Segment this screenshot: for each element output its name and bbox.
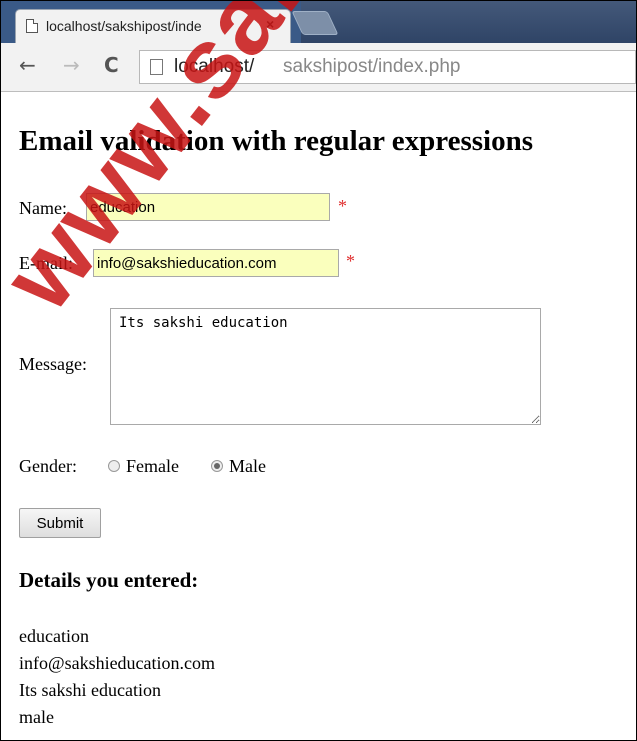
email-label: E-mail: <box>19 253 73 273</box>
close-icon[interactable]: × <box>266 16 274 32</box>
details-line: male <box>19 707 54 727</box>
details-line: education <box>19 626 89 646</box>
back-icon[interactable]: ← <box>19 53 36 77</box>
message-label: Message: <box>19 354 87 374</box>
browser-tab[interactable]: localhost/sakshipost/inde × <box>15 9 291 43</box>
message-textarea[interactable]: Its sakshi education <box>110 308 541 425</box>
female-option-label: Female <box>126 456 179 476</box>
browser-window: localhost/sakshipost/inde × ← → C localh… <box>0 0 637 741</box>
female-radio[interactable] <box>108 460 120 472</box>
details-heading: Details you entered: <box>19 568 199 592</box>
details-line: info@sakshieducation.com <box>19 653 216 673</box>
required-marker: * <box>346 251 355 271</box>
tab-strip-background <box>301 1 636 43</box>
forward-icon[interactable]: → <box>63 53 80 77</box>
page-title: Email validation with regular expression… <box>19 125 533 157</box>
male-radio[interactable] <box>211 460 223 472</box>
details-line: Its sakshi education <box>19 680 161 700</box>
url-host: localhost/ <box>174 56 255 77</box>
name-label: Name: <box>19 198 67 218</box>
name-input[interactable] <box>86 193 330 221</box>
submit-button[interactable]: Submit <box>19 508 101 538</box>
male-option-label: Male <box>229 456 266 476</box>
email-input[interactable] <box>93 249 339 277</box>
browser-toolbar: ← → C localhost/ sakshipost/index.php <box>1 43 636 92</box>
page-content: Email validation with regular expression… <box>1 92 636 740</box>
url-path: sakshipost/index.php <box>283 56 461 77</box>
reload-icon[interactable]: C <box>104 53 119 77</box>
tab-title: localhost/sakshipost/inde <box>46 18 202 34</box>
tab-strip: localhost/sakshipost/inde × <box>1 1 636 43</box>
page-icon <box>26 19 38 33</box>
page-icon <box>150 59 163 75</box>
gender-label: Gender: <box>19 456 77 476</box>
address-bar[interactable]: localhost/ sakshipost/index.php <box>139 50 636 84</box>
required-marker: * <box>338 196 347 216</box>
